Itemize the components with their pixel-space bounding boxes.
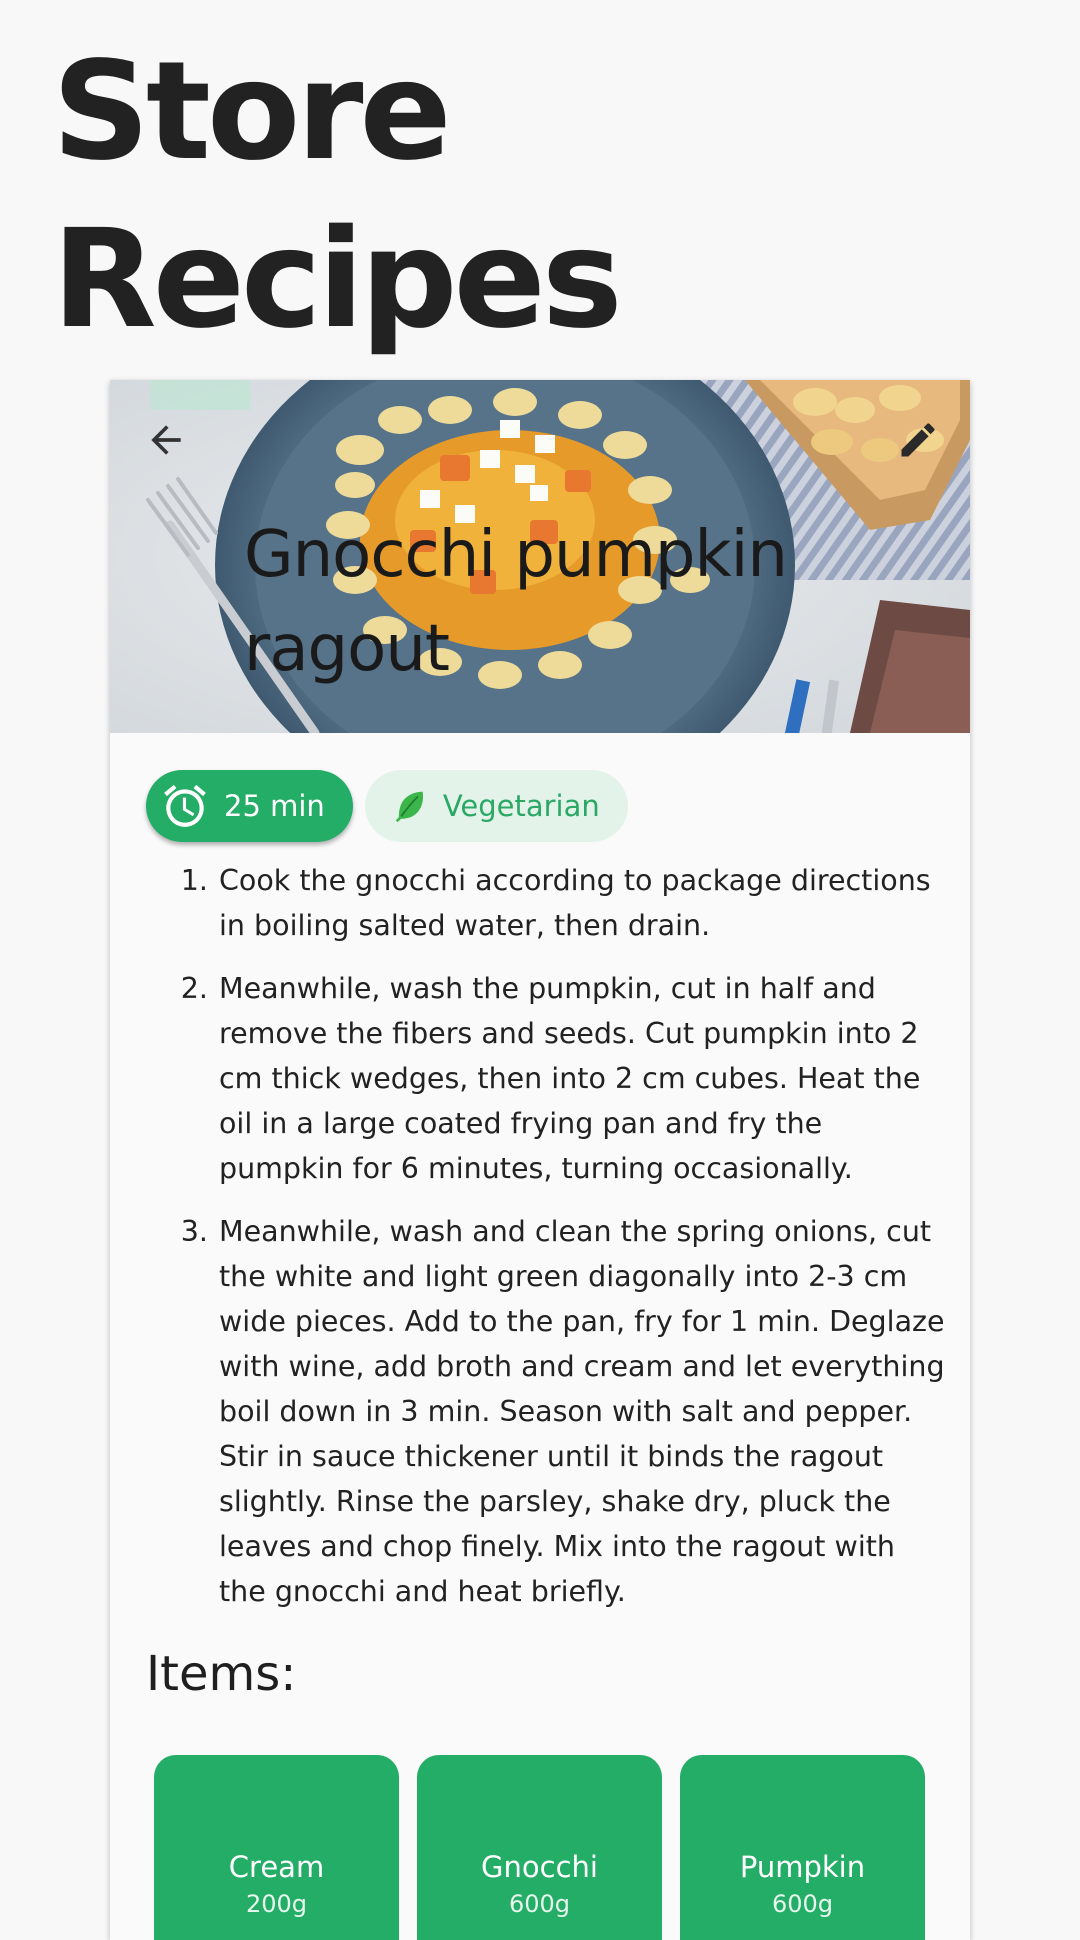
leaf-icon — [391, 787, 429, 825]
diet-label: Vegetarian — [442, 789, 600, 823]
step-number: 3. — [180, 1215, 208, 1248]
recipe-chips: 25 min Vegetarian — [146, 770, 628, 842]
duration-chip[interactable]: 25 min — [146, 770, 353, 842]
recipe-title-line-1: Gnocchi pumpkin — [244, 518, 788, 592]
ingredient-amount: 600g — [771, 1890, 834, 1918]
ingredient-tile-gnocchi[interactable]: Gnocchi 600g — [417, 1755, 662, 1940]
step-text: Meanwhile, wash and clean the spring oni… — [219, 1215, 945, 1608]
instruction-step: 2. Meanwhile, wash the pumpkin, cut in h… — [170, 966, 950, 1191]
ingredient-amount: 600g — [508, 1890, 571, 1918]
instruction-step: 3. Meanwhile, wash and clean the spring … — [170, 1209, 950, 1614]
page-title-line-2: Recipes — [52, 201, 623, 359]
ingredient-name: Pumpkin — [739, 1850, 866, 1884]
items-heading: Items: — [146, 1646, 297, 1702]
page-title-line-1: Store — [52, 33, 452, 191]
recipe-title-line-2: ragout — [244, 612, 450, 686]
ingredient-tile-pumpkin[interactable]: Pumpkin 600g — [680, 1755, 925, 1940]
alarm-clock-icon — [160, 781, 210, 831]
ingredient-name: Cream — [228, 1850, 325, 1884]
back-button[interactable] — [134, 408, 198, 472]
edit-button[interactable] — [886, 408, 950, 472]
recipe-hero: Gnocchi pumpkin ragout — [110, 380, 970, 733]
instructions-list: 1. Cook the gnocchi according to package… — [170, 858, 950, 1632]
recipe-title: Gnocchi pumpkin ragout — [244, 508, 788, 696]
ingredient-grid: Cream 200g Gnocchi 600g Pumpkin 600g — [154, 1755, 925, 1940]
recipe-card: Gnocchi pumpkin ragout 25 min Vegetarian — [110, 380, 970, 1940]
step-number: 2. — [180, 972, 208, 1005]
page-title: Store Recipes — [52, 28, 623, 364]
step-number: 1. — [180, 864, 208, 897]
ingredient-tile-cream[interactable]: Cream 200g — [154, 1755, 399, 1940]
step-text: Cook the gnocchi according to package di… — [219, 864, 931, 942]
arrow-left-icon — [151, 425, 181, 455]
vegetarian-chip[interactable]: Vegetarian — [364, 770, 628, 842]
ingredient-name: Gnocchi — [481, 1850, 598, 1884]
ingredient-amount: 200g — [245, 1890, 308, 1918]
duration-label: 25 min — [224, 789, 325, 823]
instruction-step: 1. Cook the gnocchi according to package… — [170, 858, 950, 948]
step-text: Meanwhile, wash the pumpkin, cut in half… — [219, 972, 921, 1185]
pencil-icon — [901, 423, 935, 457]
